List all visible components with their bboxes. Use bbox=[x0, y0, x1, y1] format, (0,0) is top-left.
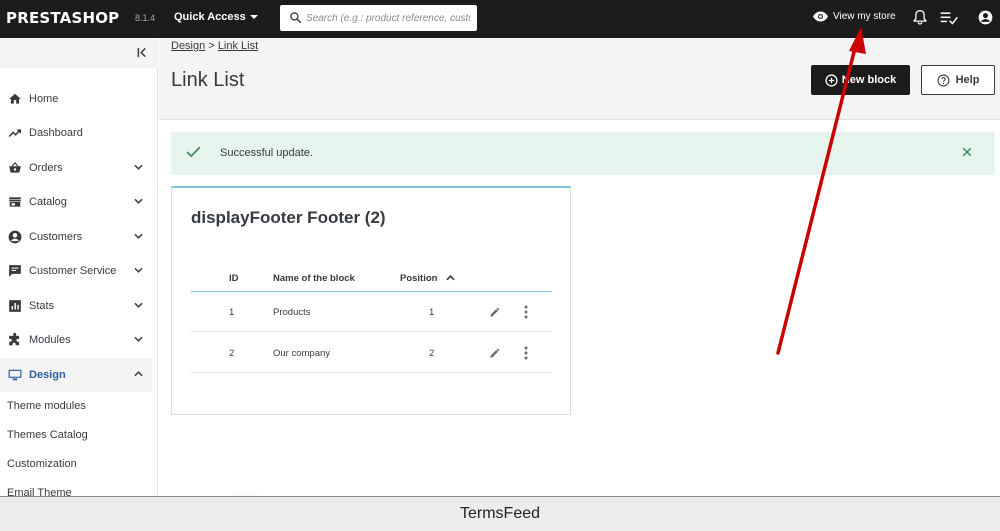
sidebar-item-label: Dashboard bbox=[29, 127, 83, 139]
cell-name: Our company bbox=[273, 348, 331, 359]
basket-icon bbox=[9, 161, 21, 173]
chevron-down-icon bbox=[134, 233, 143, 239]
card-title: displayFooter Footer (2) bbox=[191, 208, 386, 227]
add-circle-icon bbox=[825, 73, 838, 87]
table-row-divider bbox=[191, 331, 552, 332]
search-box[interactable] bbox=[280, 5, 477, 31]
sidebar-item-catalog[interactable]: Catalog bbox=[0, 185, 152, 219]
trending-up-icon bbox=[8, 129, 22, 138]
sidebar-item-modules[interactable]: Modules bbox=[0, 323, 152, 357]
sidebar-subitem-theme-modules[interactable]: Theme modules bbox=[7, 400, 86, 412]
hook-card-display-footer: displayFooter Footer (2) ID Name of the … bbox=[171, 186, 571, 415]
table-row-divider bbox=[191, 372, 552, 373]
collapse-sidebar-button[interactable] bbox=[0, 38, 158, 68]
check-icon bbox=[186, 146, 201, 158]
sidebar-item-dashboard[interactable]: Dashboard bbox=[0, 116, 152, 150]
version-label: 8.1.4 bbox=[135, 13, 156, 23]
search-icon bbox=[290, 12, 302, 24]
termsfeed-footer: TermsFeed bbox=[0, 496, 1000, 531]
sidebar-subitem-themes-catalog[interactable]: Themes Catalog bbox=[7, 429, 88, 441]
alert-message: Successful update. bbox=[220, 147, 313, 159]
new-block-label: New block bbox=[841, 74, 897, 86]
more-vertical-icon[interactable] bbox=[524, 346, 528, 360]
sidebar-item-label: Orders bbox=[29, 162, 63, 174]
sidebar-item-label: Customers bbox=[29, 231, 83, 243]
caret-down-icon bbox=[249, 15, 258, 20]
home-icon bbox=[9, 93, 21, 104]
bar-chart-icon bbox=[9, 300, 21, 312]
cut-off-text: ........... bbox=[232, 489, 263, 496]
view-my-store-link[interactable]: View my store bbox=[813, 11, 896, 22]
prestashop-logo[interactable]: PRESTASHOP bbox=[6, 9, 119, 27]
eye-icon bbox=[813, 11, 828, 22]
chevron-up-icon bbox=[134, 371, 143, 377]
notifications-list-icon[interactable] bbox=[940, 11, 958, 25]
edit-pencil-icon[interactable] bbox=[489, 347, 501, 359]
quick-access-dropdown[interactable]: Quick Access bbox=[174, 11, 258, 23]
quick-access-label: Quick Access bbox=[174, 11, 246, 23]
chevron-down-icon bbox=[134, 198, 143, 204]
sidebar-item-label: Home bbox=[29, 93, 59, 105]
help-label: Help bbox=[955, 74, 980, 86]
puzzle-icon bbox=[9, 333, 20, 346]
sidebar-item-label: Design bbox=[29, 369, 66, 381]
page-title: Link List bbox=[171, 69, 245, 91]
account-circle-icon bbox=[8, 230, 22, 244]
close-icon[interactable] bbox=[962, 147, 972, 157]
chevron-down-icon bbox=[134, 336, 143, 342]
success-alert: Successful update. bbox=[171, 132, 995, 175]
search-input[interactable] bbox=[306, 9, 471, 27]
collapse-icon bbox=[137, 47, 146, 58]
sidebar-subitem-customization[interactable]: Customization bbox=[7, 458, 77, 470]
more-vertical-icon[interactable] bbox=[524, 305, 528, 319]
chevron-down-icon bbox=[134, 302, 143, 308]
page-header: Design > Link List Link List New block H… bbox=[159, 38, 1000, 120]
top-bar: PRESTASHOP 8.1.4 Quick Access View my st… bbox=[0, 0, 1000, 38]
view-my-store-label: View my store bbox=[833, 11, 896, 22]
cell-id: 1 bbox=[229, 307, 235, 318]
breadcrumb-separator: > bbox=[208, 40, 215, 52]
sidebar-item-label: Modules bbox=[29, 334, 71, 346]
breadcrumb-design-link[interactable]: Design bbox=[171, 40, 205, 52]
chevron-down-icon bbox=[134, 164, 143, 170]
bell-icon[interactable] bbox=[913, 9, 927, 25]
sidebar-item-orders[interactable]: Orders bbox=[0, 151, 152, 185]
sidebar-item-home[interactable]: Home bbox=[0, 82, 152, 116]
column-header-position[interactable]: Position bbox=[400, 273, 455, 284]
sidebar-item-design[interactable]: Design bbox=[0, 358, 152, 392]
help-circle-icon bbox=[937, 74, 950, 86]
sidebar-item-label: Customer Service bbox=[29, 265, 117, 277]
help-button[interactable]: Help bbox=[921, 65, 995, 95]
sidebar: Home Dashboard Orders Catalog Customers … bbox=[0, 38, 158, 499]
cell-id: 2 bbox=[229, 348, 235, 359]
footer-brand-text: TermsFeed bbox=[459, 505, 541, 522]
chat-icon bbox=[9, 265, 21, 277]
cell-name: Products bbox=[273, 307, 311, 318]
desktop-icon bbox=[8, 369, 22, 381]
sidebar-item-stats[interactable]: Stats bbox=[0, 289, 152, 323]
sort-up-icon bbox=[446, 275, 455, 281]
sidebar-item-label: Catalog bbox=[29, 196, 67, 208]
cell-position: 2 bbox=[429, 348, 435, 359]
account-icon[interactable] bbox=[978, 10, 993, 25]
sidebar-item-customers[interactable]: Customers bbox=[0, 220, 152, 254]
breadcrumb: Design > Link List bbox=[171, 40, 258, 52]
sidebar-item-customer-service[interactable]: Customer Service bbox=[0, 254, 152, 288]
edit-pencil-icon[interactable] bbox=[489, 306, 501, 318]
column-header-position-label: Position bbox=[400, 273, 438, 284]
cell-position: 1 bbox=[429, 307, 435, 318]
column-header-name: Name of the block bbox=[273, 273, 355, 284]
column-header-id: ID bbox=[229, 273, 239, 284]
store-icon bbox=[9, 197, 21, 207]
chevron-down-icon bbox=[134, 267, 143, 273]
sidebar-item-label: Stats bbox=[29, 300, 55, 312]
breadcrumb-link-list-link[interactable]: Link List bbox=[218, 40, 258, 52]
table-header-divider bbox=[191, 291, 552, 292]
new-block-button[interactable]: New block bbox=[811, 65, 910, 95]
